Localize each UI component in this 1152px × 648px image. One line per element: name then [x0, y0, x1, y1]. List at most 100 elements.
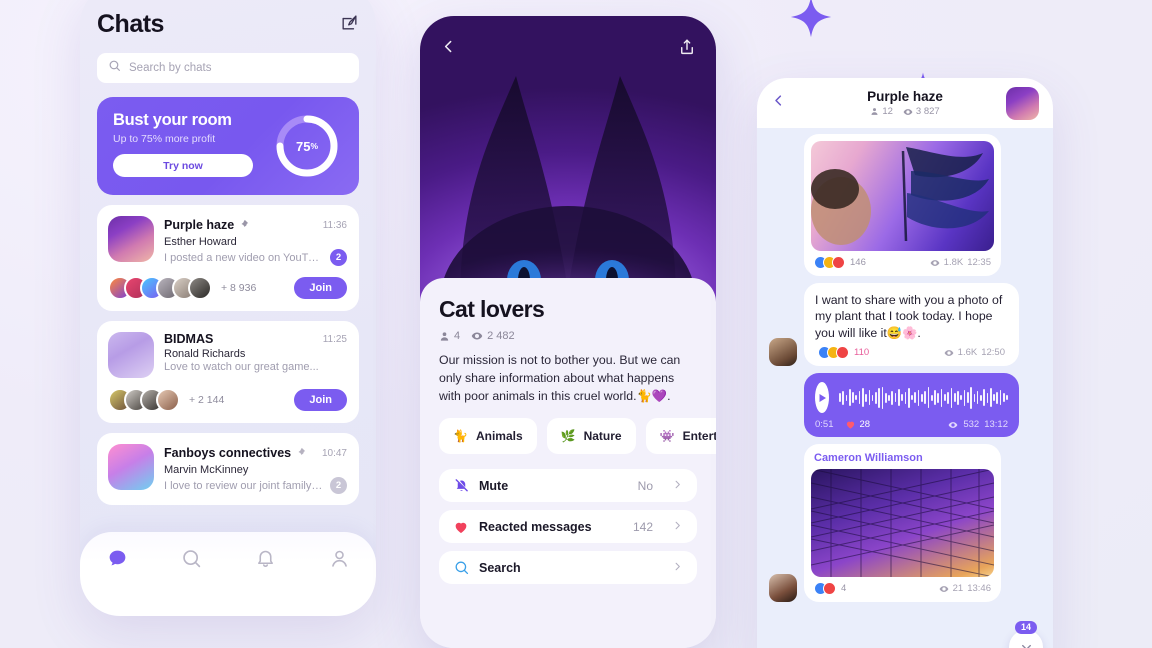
chat-sender: Marvin McKinney [164, 464, 249, 476]
join-button[interactable]: Join [294, 277, 347, 299]
message-bubble-image[interactable]: 146 1.8K 12:35 [804, 134, 1001, 276]
member-count: + 8 936 [221, 282, 257, 294]
row-mute[interactable]: Mute No [439, 469, 697, 503]
reaction-icons[interactable] [814, 582, 836, 596]
chat-list-item[interactable]: BIDMAS 11:25 Ronald Richards Love to wat… [97, 321, 359, 423]
group-members: 4 [439, 330, 460, 342]
chevron-right-icon [672, 477, 683, 495]
message-time: 12:35 [967, 257, 991, 268]
search-icon [453, 560, 469, 575]
unread-badge: 2 [330, 477, 347, 494]
group-title: Cat lovers [439, 296, 545, 322]
voice-meta: 532 13:12 [948, 419, 1008, 430]
message-bubble-text[interactable]: I want to share with you a photo of my p… [804, 283, 1019, 367]
chat-time: 10:47 [321, 447, 347, 459]
chevron-right-icon [672, 559, 683, 577]
message-bubble-image[interactable]: Cameron Williamson 4 21 13:46 [804, 444, 1001, 603]
scroll-to-bottom-button[interactable]: 14 [1009, 621, 1043, 648]
alien-monster-emoji: 👾 [659, 429, 675, 444]
person-icon [871, 108, 878, 115]
page-title: Chats [97, 10, 164, 38]
sidebar-item-chats[interactable] [107, 548, 128, 574]
row-value: No [637, 478, 653, 493]
heart-icon [846, 421, 854, 429]
message-views: 1.6K 12:50 [944, 347, 1005, 358]
sidebar-item-search[interactable] [181, 548, 202, 574]
message-sender: Cameron Williamson [814, 452, 923, 465]
group-views: 2 482 [471, 330, 515, 342]
message-list[interactable]: 146 1.8K 12:35 I want to share with you … [757, 128, 1053, 648]
join-button[interactable]: Join [294, 389, 347, 411]
chat-name: Purple haze [164, 218, 235, 232]
chat-preview: I posted a new video on YouTub... [164, 251, 324, 264]
message-bubble-voice[interactable]: 0:51 28 532 13:12 [804, 373, 1019, 438]
reaction-icons[interactable] [818, 346, 849, 360]
chat-members: 12 [870, 106, 893, 117]
reaction-icons[interactable] [814, 256, 845, 269]
share-button[interactable] [678, 38, 696, 61]
bottom-tabbar [80, 532, 376, 616]
row-value: 142 [632, 519, 653, 534]
play-button[interactable] [815, 382, 829, 414]
row-search[interactable]: Search [439, 551, 697, 585]
pin-icon [296, 444, 306, 462]
progress-unit: % [310, 141, 319, 151]
screen-canvas: Chats Search by chats Bust your room Up … [0, 0, 1152, 648]
eye-icon [930, 259, 940, 266]
group-avatar[interactable] [1006, 86, 1039, 120]
chat-views: 3 827 [903, 106, 940, 117]
tag-nature[interactable]: 🌿 Nature [546, 418, 636, 455]
promo-banner[interactable]: Bust your room Up to 75% more profit Try… [97, 97, 359, 195]
avatar [769, 574, 797, 603]
waveform[interactable] [838, 386, 1008, 409]
chat-list-item[interactable]: Fanboys connectives 10:47 Marvin McKinne… [97, 433, 359, 505]
chat-time: 11:36 [322, 219, 347, 231]
chat-views-count: 3 827 [915, 106, 940, 117]
cat-emoji: 🐈 [453, 429, 468, 444]
row-label: Mute [479, 478, 509, 493]
heart-icon [453, 519, 469, 535]
eye-icon [939, 585, 949, 592]
member-avatars [108, 276, 212, 300]
chevron-right-icon [672, 518, 683, 536]
message-views-count: 21 [952, 583, 964, 595]
avatar [108, 444, 154, 490]
eye-icon [948, 421, 958, 428]
message-item[interactable]: I want to share with you a photo of my p… [769, 283, 1041, 367]
chevron-down-icon [1021, 644, 1031, 648]
progress-ring: 75% [273, 112, 341, 180]
try-now-button[interactable]: Try now [113, 154, 253, 177]
group-info-sheet: Cat lovers 4 2 482 Our mission is not to… [420, 278, 716, 648]
message-item[interactable]: 0:51 28 532 13:12 [769, 373, 1041, 438]
tag-entertainment[interactable]: 👾 Entertainment [645, 418, 716, 455]
message-text: I want to share with you a photo of my p… [815, 293, 1003, 340]
avatar [108, 332, 154, 378]
sidebar-item-profile[interactable] [329, 548, 350, 574]
chat-list-item[interactable]: Purple haze 11:36 Esther Howard I posted… [97, 205, 359, 311]
eye-icon [944, 349, 954, 356]
tag-animals[interactable]: 🐈 Animals [439, 418, 537, 455]
message-item[interactable]: Cameron Williamson 4 21 13:46 [769, 444, 1041, 603]
search-input[interactable]: Search by chats [97, 53, 359, 83]
back-button[interactable] [440, 38, 457, 60]
voice-views-count: 532 [963, 419, 980, 431]
member-count: + 2 144 [189, 394, 225, 406]
message-views: 1.8K 12:35 [930, 257, 991, 268]
member-avatars [108, 388, 180, 412]
row-reacted-messages[interactable]: Reacted messages 142 [439, 510, 697, 544]
chat-sender: Ronald Richards [164, 348, 246, 360]
row-label: Reacted messages [479, 519, 592, 534]
group-hero-image [420, 16, 716, 302]
reaction-count: 110 [854, 347, 870, 359]
message-image[interactable] [811, 141, 994, 251]
unread-badge: 2 [330, 249, 347, 266]
search-icon [108, 59, 121, 77]
compose-icon[interactable] [340, 13, 359, 37]
message-image[interactable] [811, 469, 994, 578]
sidebar-item-notifications[interactable] [255, 548, 276, 574]
chats-header: Chats [80, 0, 376, 39]
phone-group-profile: Cat lovers 4 2 482 Our mission is not to… [420, 16, 716, 648]
message-item[interactable]: 146 1.8K 12:35 [769, 134, 1041, 276]
person-icon [440, 331, 449, 341]
voice-reaction[interactable]: 28 [845, 419, 870, 430]
